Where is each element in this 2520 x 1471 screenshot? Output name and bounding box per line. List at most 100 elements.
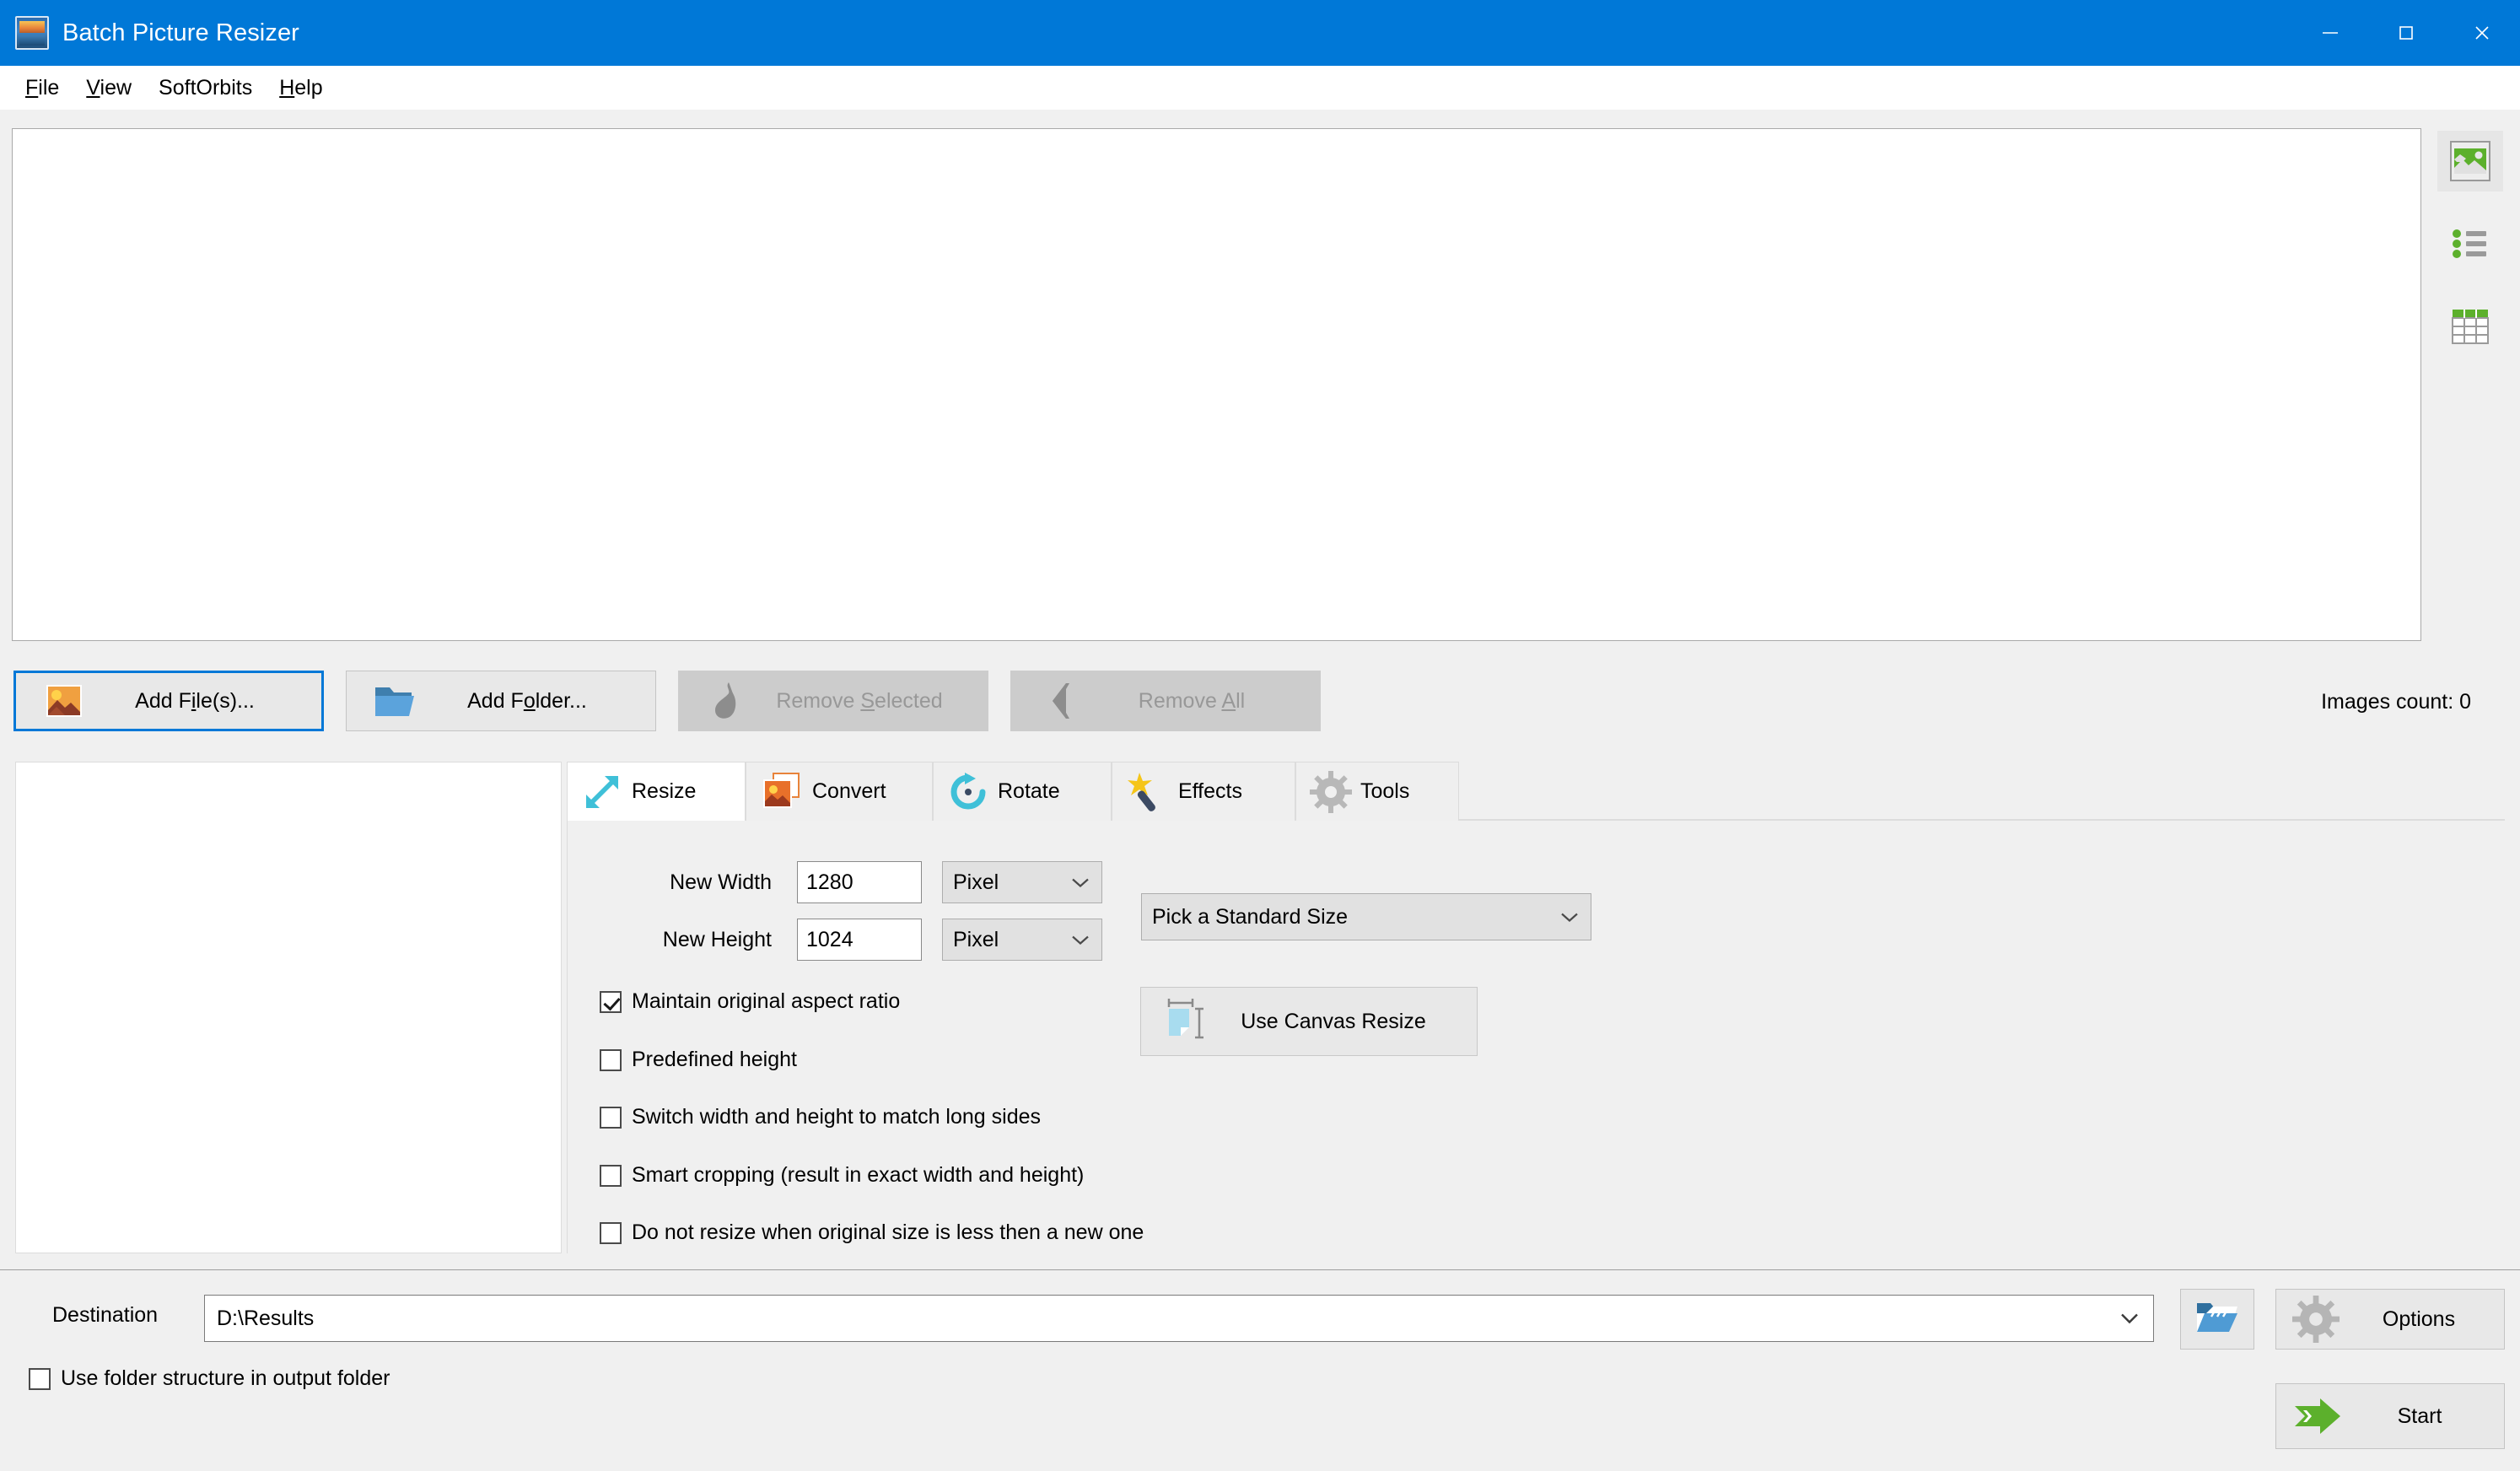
checkbox-box[interactable] <box>600 990 622 1013</box>
close-icon[interactable] <box>2444 0 2520 66</box>
title-bar: Batch Picture Resizer <box>0 0 2520 66</box>
minimize-icon[interactable] <box>2292 0 2368 66</box>
tab-tools[interactable]: Tools <box>1295 762 1459 821</box>
checkbox-predefined-height[interactable]: Predefined height <box>600 1048 797 1072</box>
chevron-down-icon <box>1071 928 1090 952</box>
green-arrow-icon <box>2288 1396 2347 1436</box>
gear-icon <box>1310 770 1352 813</box>
remove-all-button[interactable]: Remove All <box>1010 671 1321 731</box>
details-view-icon <box>2452 310 2489 344</box>
new-height-unit-select[interactable]: Pixel <box>942 919 1102 961</box>
tab-convert[interactable]: Convert <box>746 762 933 821</box>
gear-icon <box>2286 1296 2345 1343</box>
tab-rotate[interactable]: Rotate <box>933 762 1112 821</box>
remove-selected-label: Remove Selected <box>776 688 943 713</box>
checkbox-box[interactable] <box>29 1367 51 1390</box>
tab-resize[interactable]: Resize <box>567 762 746 821</box>
remove-selected-button[interactable]: Remove Selected <box>678 671 988 731</box>
checkbox-box[interactable] <box>600 1106 622 1129</box>
standard-size-select[interactable]: Pick a Standard Size <box>1141 893 1591 940</box>
add-folder-button[interactable]: Add Folder... <box>346 671 656 731</box>
checkbox-box[interactable] <box>600 1164 622 1187</box>
menu-label-file: ile <box>38 76 60 100</box>
destination-input[interactable]: D:\Results <box>204 1295 2154 1342</box>
add-files-button[interactable]: Add File(s)... <box>13 671 324 731</box>
magic-wand-icon <box>1126 771 1170 813</box>
chevron-down-icon <box>1560 905 1579 929</box>
footer-separator <box>0 1269 2520 1270</box>
thumbnail-view-icon <box>2450 141 2490 181</box>
rotate-icon <box>947 771 989 813</box>
convert-image-icon <box>760 771 804 813</box>
window-controls <box>2292 0 2520 66</box>
checkbox-smart-cropping[interactable]: Smart cropping (result in exact width an… <box>600 1163 1084 1188</box>
list-view-icon <box>2453 229 2486 258</box>
image-icon <box>35 682 94 720</box>
checkbox-label: Use folder structure in output folder <box>61 1366 390 1390</box>
view-mode-rail <box>2437 131 2510 379</box>
checkbox-label: Smart cropping (result in exact width an… <box>632 1163 1085 1187</box>
file-actions-toolbar: Add File(s)... Add Folder... Remove Sele… <box>0 671 2520 738</box>
eraser-icon <box>697 680 757 722</box>
tab-effects[interactable]: Effects <box>1112 762 1295 821</box>
new-width-input[interactable]: 1280 <box>797 861 922 903</box>
tab-rotate-label: Rotate <box>998 779 1060 803</box>
new-width-unit-select[interactable]: Pixel <box>942 861 1102 903</box>
chevron-down-icon <box>1071 870 1090 895</box>
options-label: Options <box>2382 1307 2456 1331</box>
menu-item-softorbits[interactable]: SoftOrbits <box>145 66 266 110</box>
resize-tab-panel: New Width 1280 Pixel New Height 1024 Pix… <box>567 821 2506 1253</box>
checkbox-box[interactable] <box>600 1048 622 1071</box>
tab-convert-label: Convert <box>812 779 886 803</box>
tab-tools-label: Tools <box>1360 779 1410 803</box>
checkbox-use-folder-structure[interactable]: Use folder structure in output folder <box>29 1366 390 1391</box>
use-canvas-resize-label: Use Canvas Resize <box>1241 1009 1426 1033</box>
start-label: Start <box>2397 1404 2442 1428</box>
browse-destination-button[interactable] <box>2180 1289 2254 1350</box>
checkbox-label: Maintain original aspect ratio <box>632 989 901 1013</box>
app-picture-icon <box>15 16 49 50</box>
tab-effects-label: Effects <box>1178 779 1242 803</box>
menu-item-help[interactable]: Help <box>266 66 336 110</box>
checkbox-label: Switch width and height to match long si… <box>632 1105 1041 1129</box>
checkbox-box[interactable] <box>600 1221 622 1244</box>
add-files-label: Add File(s)... <box>135 688 255 713</box>
menu-bar: File View SoftOrbits Help <box>0 66 2520 110</box>
back-arrow-icon <box>1030 680 1089 722</box>
remove-all-label: Remove All <box>1138 688 1246 713</box>
maximize-icon[interactable] <box>2368 0 2444 66</box>
menu-item-file[interactable]: File <box>12 66 73 110</box>
checkbox-label: Predefined height <box>632 1048 797 1071</box>
details-view-button[interactable] <box>2437 296 2503 357</box>
file-list-area[interactable] <box>12 128 2421 641</box>
checkbox-switch-width-height[interactable]: Switch width and height to match long si… <box>600 1105 1041 1129</box>
menu-item-view[interactable]: View <box>73 66 145 110</box>
standard-size-value: Pick a Standard Size <box>1152 904 1349 929</box>
new-height-row: New Height 1024 Pixel <box>595 919 1102 961</box>
options-button[interactable]: Options <box>2275 1289 2505 1350</box>
chevron-down-icon[interactable] <box>2119 1307 2140 1331</box>
new-width-row: New Width 1280 Pixel <box>595 861 1102 903</box>
tab-strip: Resize Convert Rotate Effects Tools <box>567 762 2505 821</box>
checkbox-maintain-aspect-ratio[interactable]: Maintain original aspect ratio <box>600 989 900 1014</box>
new-height-unit-value: Pixel <box>953 927 999 951</box>
tab-resize-label: Resize <box>632 779 697 803</box>
add-folder-label: Add Folder... <box>467 688 587 713</box>
new-width-label: New Width <box>670 870 772 894</box>
canvas-resize-icon <box>1160 997 1212 1046</box>
checkbox-label: Do not resize when original size is less… <box>632 1220 1144 1244</box>
list-view-button[interactable] <box>2437 213 2503 274</box>
new-height-label: New Height <box>662 927 772 951</box>
thumbnail-view-button[interactable] <box>2437 131 2503 191</box>
destination-label: Destination <box>52 1303 159 1327</box>
destination-value: D:\Results <box>217 1306 315 1330</box>
images-count-label: Images count: 0 <box>2321 690 2471 714</box>
resize-arrow-icon <box>581 771 623 813</box>
preview-panel <box>15 762 562 1253</box>
new-height-input[interactable]: 1024 <box>797 919 922 961</box>
checkbox-do-not-resize-smaller[interactable]: Do not resize when original size is less… <box>600 1220 1144 1245</box>
start-button[interactable]: Start <box>2275 1383 2505 1449</box>
window-title: Batch Picture Resizer <box>62 19 299 46</box>
use-canvas-resize-button[interactable]: Use Canvas Resize <box>1140 987 1478 1056</box>
menu-label-softorbits: SoftOrbits <box>159 76 253 100</box>
